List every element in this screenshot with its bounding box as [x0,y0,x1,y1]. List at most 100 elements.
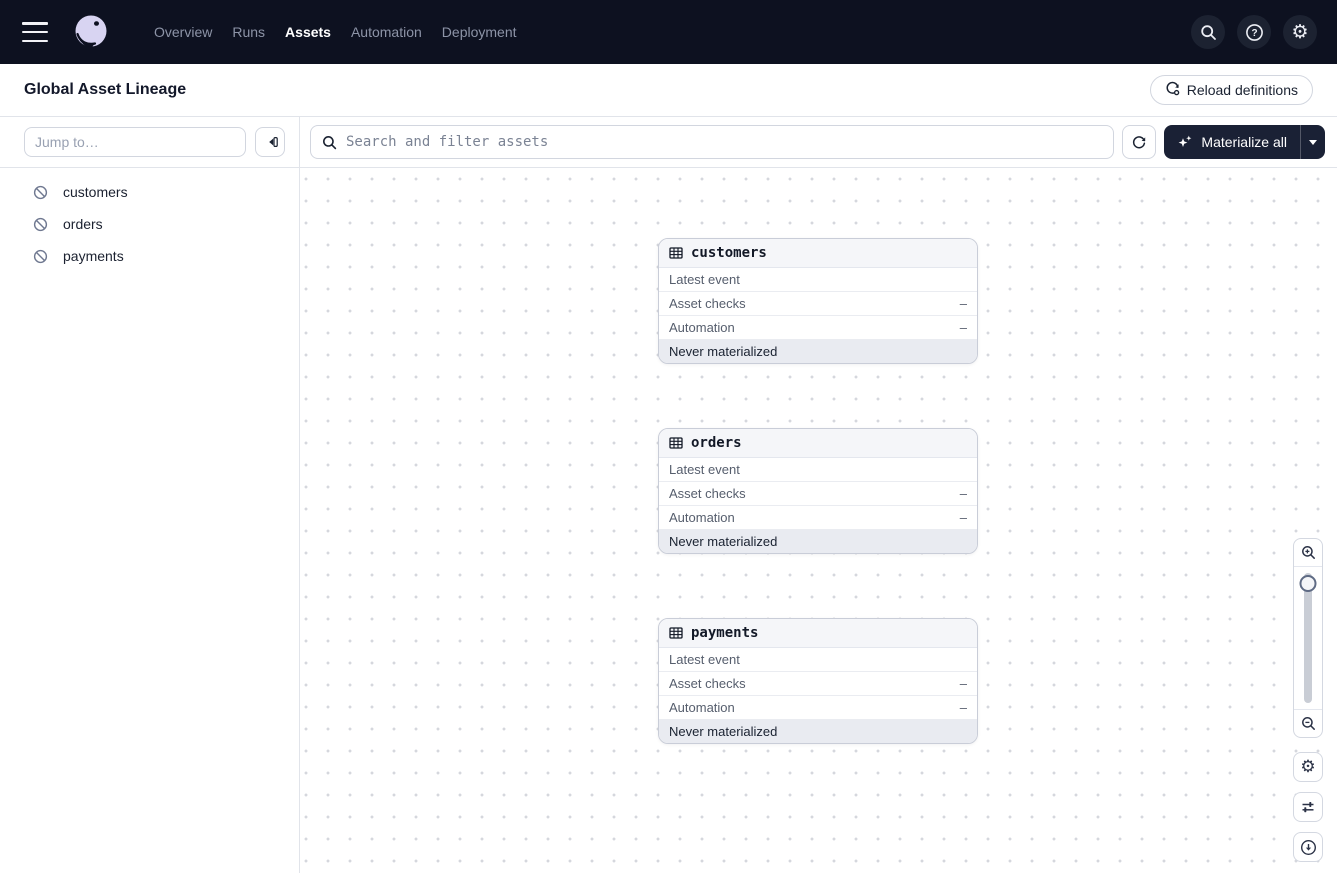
nav-item-deployment[interactable]: Deployment [440,20,519,44]
row-label: Latest event [669,272,740,287]
node-header[interactable]: payments [659,619,977,648]
never-materialized-icon [33,249,48,263]
node-row-automation: Automation – [659,696,977,720]
sidebar-item-customers[interactable]: customers [0,176,299,208]
row-label: Latest event [669,652,740,667]
asset-node-title: orders [691,435,742,451]
zoom-in-icon [1301,546,1315,559]
reload-definitions-label: Reload definitions [1186,82,1298,98]
materialize-all-button-group: Materialize all [1164,125,1325,159]
chevron-down-icon [1309,139,1317,145]
asset-node-title: customers [691,245,767,261]
node-row-asset-checks: Asset checks – [659,672,977,696]
gear-icon: ⚙ [1300,756,1316,777]
node-row-asset-checks: Asset checks – [659,292,977,316]
zoom-out-button[interactable] [1294,709,1322,737]
jump-to-input[interactable] [24,127,246,157]
never-materialized-icon [33,185,48,199]
table-icon [669,247,683,259]
table-icon [669,437,683,449]
row-value: – [959,510,967,525]
table-icon [669,627,683,639]
asset-node-orders[interactable]: orders Latest event Asset checks – Autom… [658,428,978,554]
zoom-slider-track[interactable] [1304,573,1312,703]
materialize-all-label: Materialize all [1201,134,1287,150]
row-label: Automation [669,700,735,715]
zoom-slider-thumb[interactable] [1299,575,1317,592]
node-row-automation: Automation – [659,316,977,340]
node-header[interactable]: customers [659,239,977,268]
asset-list: customers orders payments [0,168,299,272]
collapse-panel-icon [269,136,278,148]
never-materialized-icon [33,217,48,231]
sidebar-toolbar [0,117,299,168]
node-status: Never materialized [659,720,977,743]
search-icon[interactable] [1191,15,1225,49]
node-status: Never materialized [659,530,977,553]
help-icon[interactable]: ? [1237,15,1271,49]
refresh-icon [1133,136,1146,149]
nav-links: Overview Runs Assets Automation Deployme… [152,20,519,44]
row-value: – [959,676,967,691]
zoom-control-group [1293,538,1323,738]
sidebar-item-payments[interactable]: payments [0,240,299,272]
node-header[interactable]: orders [659,429,977,458]
nav-item-runs[interactable]: Runs [230,20,267,44]
settings-gear-icon[interactable]: ⚙ [1283,15,1317,49]
zoom-slider[interactable] [1294,567,1322,709]
lineage-canvas[interactable]: customers Latest event Asset checks – Au… [300,168,1337,873]
nav-right-icons: ? ⚙ [1191,15,1317,49]
nav-item-automation[interactable]: Automation [349,20,424,44]
asset-node-title: payments [691,625,759,641]
row-label: Asset checks [669,486,746,501]
asset-name: payments [63,248,124,264]
download-circle-icon [1300,839,1316,855]
node-status: Never materialized [659,340,977,363]
materialize-dropdown-button[interactable] [1301,125,1325,159]
page-title: Global Asset Lineage [24,81,187,98]
search-icon [323,135,337,149]
reload-definitions-button[interactable]: Reload definitions [1149,75,1313,105]
row-value: – [959,320,967,335]
node-row-latest-event: Latest event [659,458,977,482]
page-header: Global Asset Lineage Reload definitions [0,64,1337,117]
code-location-reload-icon [1165,81,1180,99]
lineage-main: Materialize all customers Latest event [300,117,1337,873]
node-row-asset-checks: Asset checks – [659,482,977,506]
canvas-controls: ⚙ [1293,538,1323,862]
asset-name: customers [63,184,128,200]
graph-filters-button[interactable] [1293,792,1323,822]
asset-node-customers[interactable]: customers Latest event Asset checks – Au… [658,238,978,364]
menu-icon[interactable] [22,22,48,42]
asset-search-input[interactable] [346,134,1103,150]
node-row-latest-event: Latest event [659,268,977,292]
row-label: Asset checks [669,676,746,691]
lineage-toolbar: Materialize all [300,117,1337,168]
top-nav: Overview Runs Assets Automation Deployme… [0,0,1337,64]
workspace: customers orders payments [0,117,1337,873]
asset-sidebar: customers orders payments [0,117,300,873]
graph-settings-button[interactable]: ⚙ [1293,752,1323,782]
row-value: – [959,486,967,501]
zoom-in-button[interactable] [1294,539,1322,567]
dagster-logo-icon[interactable] [72,13,110,51]
download-view-button[interactable] [1293,832,1323,862]
materialize-all-button[interactable]: Materialize all [1164,125,1300,159]
svg-text:?: ? [1251,28,1257,39]
row-label: Automation [669,320,735,335]
row-label: Automation [669,510,735,525]
sidebar-item-orders[interactable]: orders [0,208,299,240]
row-label: Asset checks [669,296,746,311]
nav-item-assets[interactable]: Assets [283,20,333,44]
asset-search-box[interactable] [310,125,1115,159]
collapse-sidebar-button[interactable] [255,127,285,157]
node-row-latest-event: Latest event [659,648,977,672]
sliders-icon [1302,802,1314,813]
node-row-automation: Automation – [659,506,977,530]
asset-name: orders [63,216,103,232]
asset-node-payments[interactable]: payments Latest event Asset checks – Aut… [658,618,978,744]
sparkles-icon [1179,135,1192,147]
refresh-button[interactable] [1122,125,1157,159]
nav-item-overview[interactable]: Overview [152,20,214,44]
zoom-out-icon [1301,717,1315,730]
